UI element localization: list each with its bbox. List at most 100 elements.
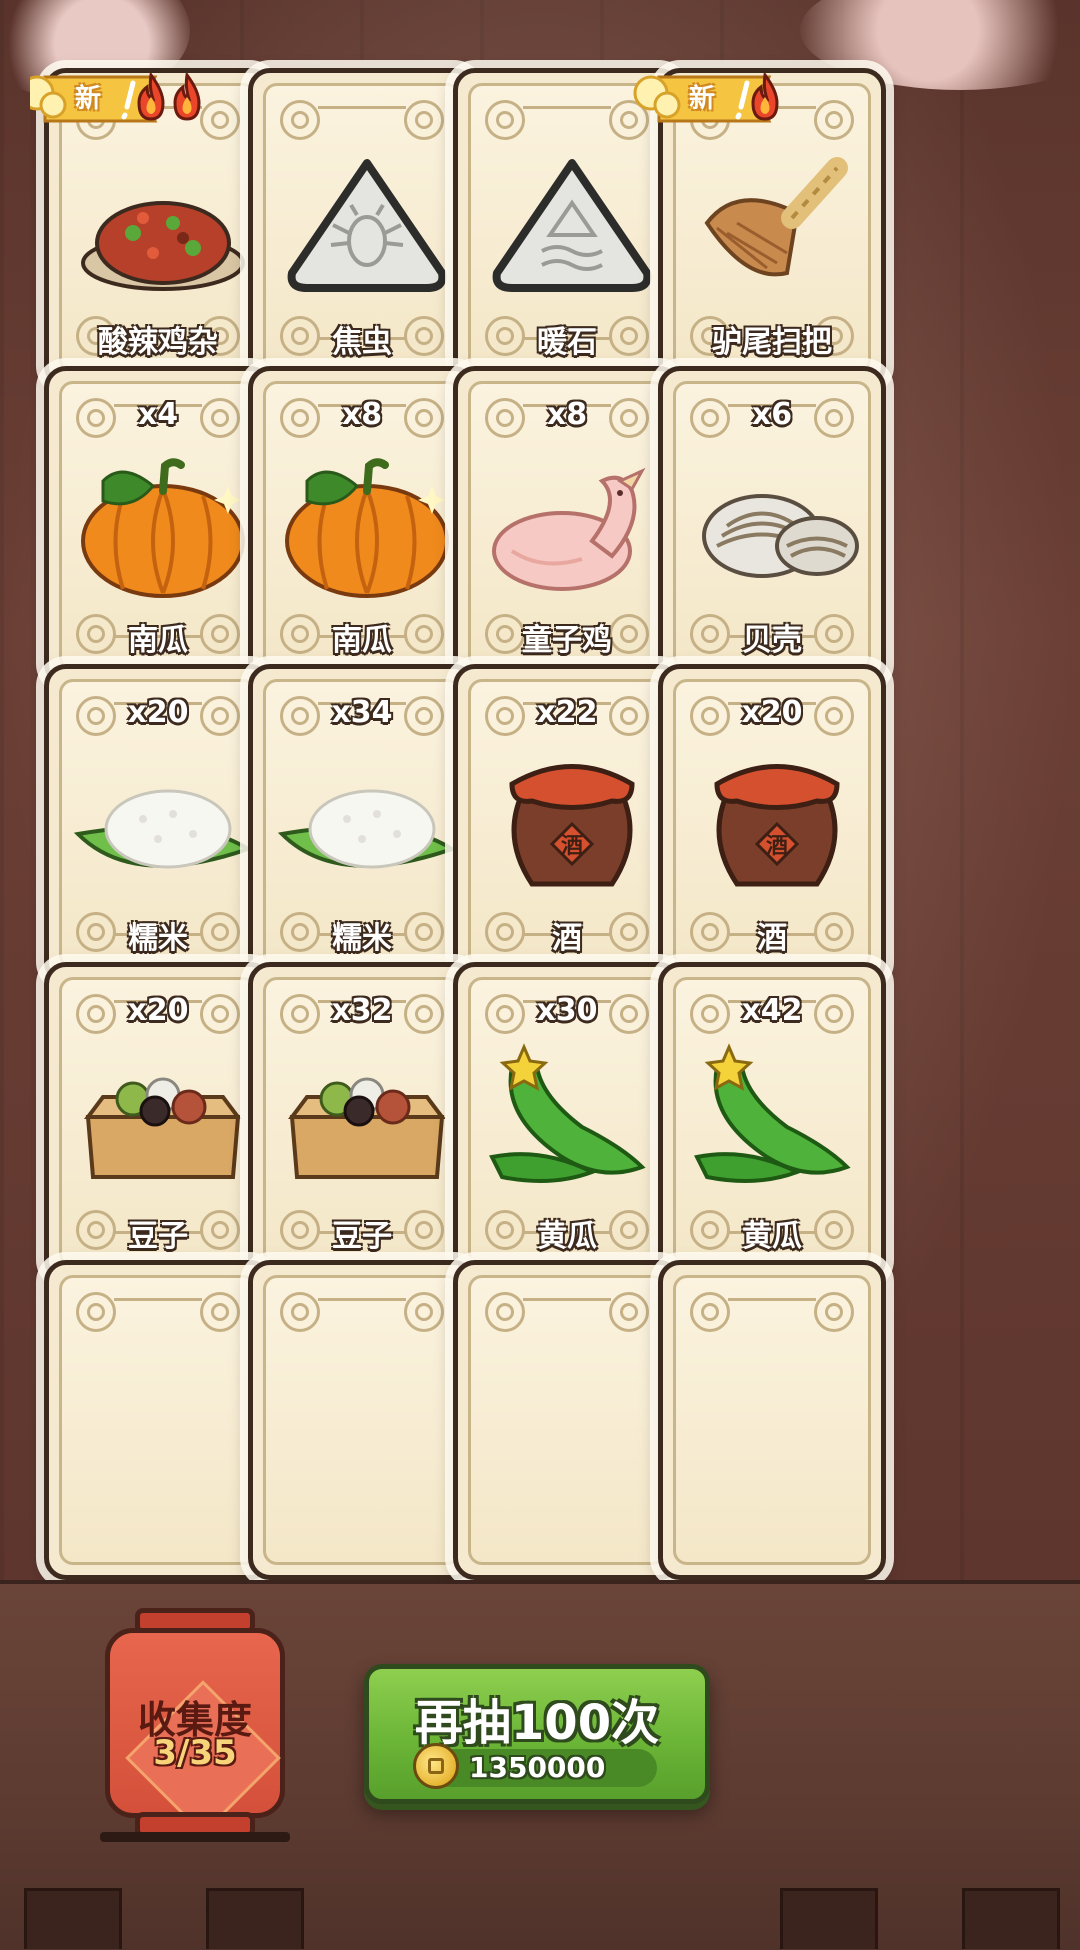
chicken-icon <box>482 441 662 601</box>
frame-bar <box>523 1298 611 1301</box>
frame-bar <box>318 106 406 109</box>
broom-icon <box>687 143 867 303</box>
card-frame <box>263 1275 461 1565</box>
reward-card[interactable]: x34 糯米 <box>248 664 476 984</box>
flame-icon <box>751 73 779 121</box>
item-count: x32 <box>331 993 393 1028</box>
floor-decoration <box>780 1888 878 1949</box>
reward-card[interactable] <box>248 1260 476 1580</box>
swirl-ornament <box>609 1292 649 1332</box>
lantern-body: 收集度 3/35 <box>105 1628 285 1836</box>
wine-jar-icon: 酒 <box>687 739 867 899</box>
reward-card[interactable]: x42 黄瓜 <box>658 962 886 1282</box>
reward-card[interactable]: x20 豆子 <box>44 962 272 1282</box>
item-count: x6 <box>751 397 793 432</box>
pumpkin-icon <box>277 441 457 601</box>
item-count: x20 <box>127 993 189 1028</box>
item-name: 童子鸡 <box>522 623 612 658</box>
new-badge: 新 <box>30 69 235 129</box>
cost-value: 1350000 <box>469 1751 606 1784</box>
swirl-ornament <box>200 1292 240 1332</box>
item-count: x8 <box>546 397 588 432</box>
reward-card[interactable] <box>658 1260 886 1580</box>
item-count: x4 <box>137 397 179 432</box>
warm-stone-icon <box>482 143 662 303</box>
frame-bar <box>523 106 611 109</box>
swirl-ornament <box>485 100 525 140</box>
item-name: 酒 <box>552 921 582 956</box>
swirl-ornament <box>280 100 320 140</box>
collection-progress: 3/35 <box>153 1733 237 1773</box>
reward-card[interactable]: x8 南瓜 <box>248 366 476 686</box>
reward-card[interactable]: 酸辣鸡杂 新 <box>30 68 272 388</box>
reward-card[interactable]: x4 南瓜 <box>44 366 272 686</box>
swirl-ornament <box>690 1292 730 1332</box>
floor-decoration <box>206 1888 304 1949</box>
item-name: 酒 <box>757 921 787 956</box>
reward-card[interactable]: x6 贝壳 <box>658 366 886 686</box>
reward-card[interactable]: x32 豆子 <box>248 962 476 1282</box>
reward-card[interactable]: 焦虫 <box>248 68 476 388</box>
swirl-ornament <box>280 1292 320 1332</box>
pumpkin-icon <box>73 441 253 601</box>
item-name: 焦虫 <box>332 325 392 360</box>
new-badge: 新 <box>629 69 849 129</box>
cost-pill: 1350000 <box>413 1743 657 1789</box>
item-count: x20 <box>741 695 803 730</box>
spicy-chicken-giblets-icon <box>73 143 253 303</box>
reward-card[interactable]: x20 糯米 <box>44 664 272 984</box>
beans-box-icon <box>73 1037 253 1197</box>
item-name: 黄瓜 <box>742 1219 802 1254</box>
reward-card[interactable]: x22 酒 酒 <box>453 664 681 984</box>
cucumber-icon <box>482 1037 662 1197</box>
item-count: x20 <box>127 695 189 730</box>
cucumber-icon <box>687 1037 867 1197</box>
beetle-stone-icon <box>277 143 457 303</box>
wine-jar-icon: 酒 <box>482 739 662 899</box>
draw-again-button[interactable]: 再抽100次 1350000 <box>364 1664 710 1804</box>
swirl-ornament <box>404 100 444 140</box>
lantern-stand <box>100 1832 290 1842</box>
card-frame <box>468 1275 666 1565</box>
item-name: 南瓜 <box>332 623 392 658</box>
item-count: x8 <box>341 397 383 432</box>
reward-card[interactable]: x20 酒 酒 <box>658 664 886 984</box>
swirl-ornament <box>485 1292 525 1332</box>
item-name: 糯米 <box>128 921 188 956</box>
reward-card-grid[interactable]: 酸辣鸡杂 新 焦虫 暖石 驴尾扫把 新 x4 南瓜 x8 南瓜 x8 童子鸡 x… <box>30 50 1050 1580</box>
frame-bar <box>728 1298 816 1301</box>
item-name: 酸辣鸡杂 <box>98 325 218 360</box>
coin-icon <box>413 1743 459 1789</box>
item-name: 南瓜 <box>128 623 188 658</box>
item-name: 贝壳 <box>742 623 802 658</box>
draw-again-label: 再抽100次 <box>414 1695 660 1751</box>
reward-card[interactable]: x30 黄瓜 <box>453 962 681 1282</box>
floor-decoration <box>962 1888 1060 1949</box>
reward-card[interactable] <box>453 1260 681 1580</box>
item-count: x22 <box>536 695 598 730</box>
item-count: x34 <box>331 695 393 730</box>
sticky-rice-icon <box>73 739 253 899</box>
reward-card[interactable]: x8 童子鸡 <box>453 366 681 686</box>
item-name: 豆子 <box>332 1219 392 1254</box>
svg-text:酒: 酒 <box>766 834 788 859</box>
floor-decoration <box>24 1888 122 1949</box>
sticky-rice-icon <box>277 739 457 899</box>
item-name: 驴尾扫把 <box>712 325 832 360</box>
frame-bar <box>114 1298 202 1301</box>
card-frame <box>59 1275 257 1565</box>
reward-card[interactable]: 驴尾扫把 新 <box>633 68 886 388</box>
flame-icon <box>173 73 201 121</box>
item-count: x30 <box>536 993 598 1028</box>
reward-card[interactable] <box>44 1260 272 1580</box>
frame-bar <box>318 1298 406 1301</box>
card-frame <box>673 1275 871 1565</box>
swirl-ornament <box>814 1292 854 1332</box>
item-count: x42 <box>741 993 803 1028</box>
swirl-ornament <box>76 1292 116 1332</box>
shell-icon <box>687 441 867 601</box>
beans-box-icon <box>277 1037 457 1197</box>
swirl-ornament <box>404 1292 444 1332</box>
collection-lantern[interactable]: 收集度 3/35 <box>105 1608 285 1838</box>
item-name: 糯米 <box>332 921 392 956</box>
